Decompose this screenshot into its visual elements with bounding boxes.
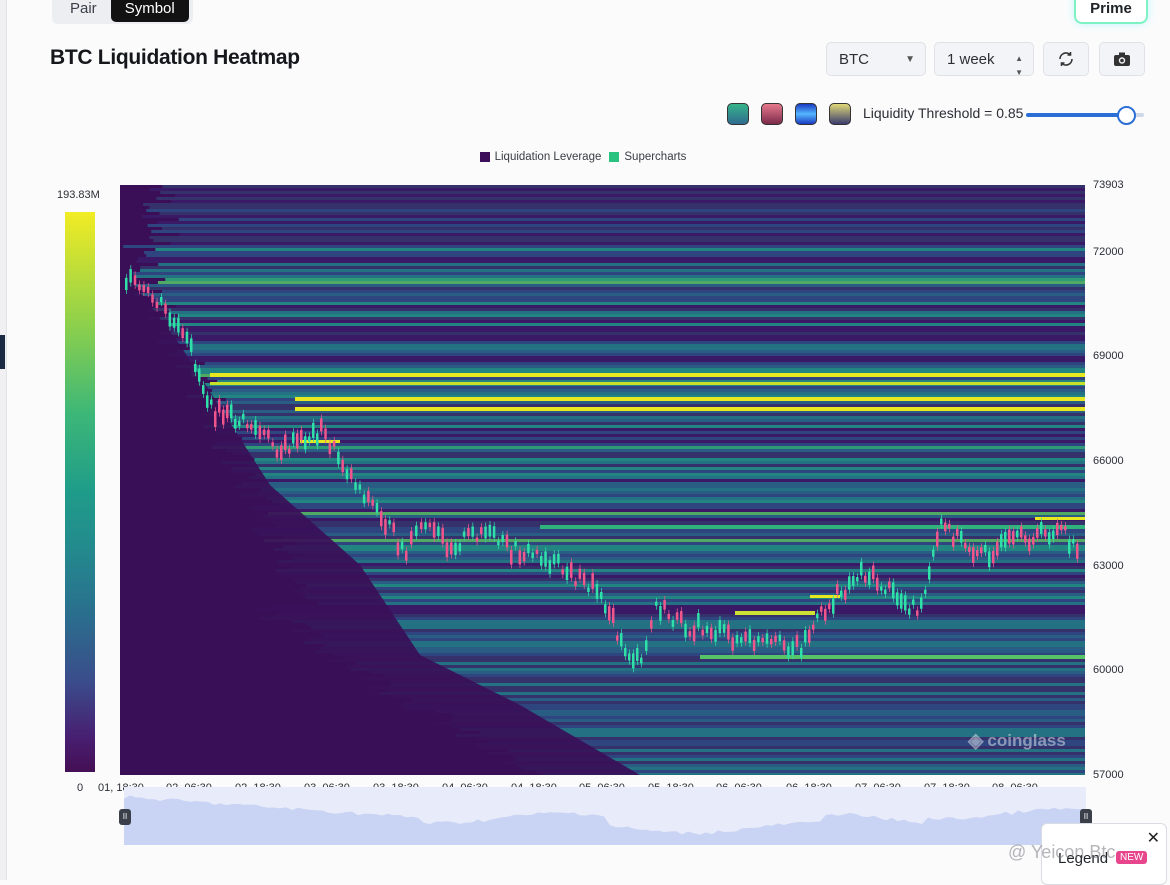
legend-item-liquidation-leverage[interactable]: Liquidation Leverage xyxy=(479,151,602,163)
chevron-down-icon: ▼ xyxy=(905,54,915,65)
coinglass-watermark: ◈ coinglass xyxy=(968,728,1066,753)
red-palette-swatch[interactable] xyxy=(761,103,783,125)
legend-label: Liquidation Leverage xyxy=(494,151,602,163)
screenshot-button[interactable] xyxy=(1099,42,1145,76)
chart-legend: Liquidation Leverage Supercharts xyxy=(0,151,1170,163)
symbol-select[interactable]: BTC ▼ xyxy=(826,42,926,76)
refresh-icon xyxy=(1059,52,1073,66)
y-tick-label: 60000 xyxy=(1093,664,1124,676)
blue-palette-swatch[interactable] xyxy=(795,103,817,125)
navigator-series xyxy=(124,795,1086,845)
y-tick-label: 66000 xyxy=(1093,455,1124,467)
threshold-slider-handle[interactable] xyxy=(1117,106,1136,125)
close-icon[interactable]: ✕ xyxy=(1147,828,1160,848)
y-tick-label: 69000 xyxy=(1093,350,1124,362)
y-tick-label: 73903 xyxy=(1093,179,1124,191)
y-tick-label: 63000 xyxy=(1093,560,1124,572)
sidebar-active-marker xyxy=(0,335,5,369)
range-navigator[interactable] xyxy=(124,787,1086,845)
liquidity-threshold-label: Liquidity Threshold = 0.85 xyxy=(863,105,1024,121)
refresh-button[interactable] xyxy=(1043,42,1089,76)
tab-symbol[interactable]: Symbol xyxy=(110,0,189,22)
y-tick-label: 72000 xyxy=(1093,246,1124,258)
yellow-palette-swatch[interactable] xyxy=(829,103,851,125)
range-select-value: 1 week xyxy=(947,51,995,68)
author-watermark: @ Yeicon Btc xyxy=(1008,842,1116,862)
watermark-text: coinglass xyxy=(987,730,1066,750)
heatmap-svg xyxy=(120,185,1085,775)
colorbar xyxy=(65,212,95,772)
green-palette-swatch[interactable] xyxy=(727,103,749,125)
heatmap-area[interactable] xyxy=(120,185,1085,775)
legend-swatch xyxy=(609,152,620,162)
colorbar-max-label: 193.83M xyxy=(57,189,100,201)
page-title: BTC Liquidation Heatmap xyxy=(50,46,300,69)
colorbar-min-label: 0 xyxy=(77,782,84,794)
camera-icon xyxy=(1114,52,1130,66)
tab-pair[interactable]: Pair xyxy=(56,0,111,22)
legend-item-supercharts[interactable]: Supercharts xyxy=(609,151,686,163)
navigator-left-handle[interactable]: II xyxy=(119,809,131,825)
threshold-slider-track[interactable] xyxy=(1026,113,1126,117)
stepper-icon: ▲ ▼ xyxy=(1015,54,1023,77)
new-badge: NEW xyxy=(1116,851,1148,864)
legend-swatch xyxy=(479,152,490,162)
pair-symbol-toggle: Pair Symbol xyxy=(52,0,193,24)
range-select[interactable]: 1 week ▲ ▼ xyxy=(934,42,1034,77)
legend-label: Supercharts xyxy=(624,151,687,163)
left-sidebar-edge xyxy=(0,0,7,880)
coinglass-logo-icon: ◈ xyxy=(968,730,984,752)
symbol-select-value: BTC xyxy=(839,51,869,68)
prime-button[interactable]: Prime xyxy=(1076,0,1146,22)
y-tick-label: 57000 xyxy=(1093,769,1124,781)
